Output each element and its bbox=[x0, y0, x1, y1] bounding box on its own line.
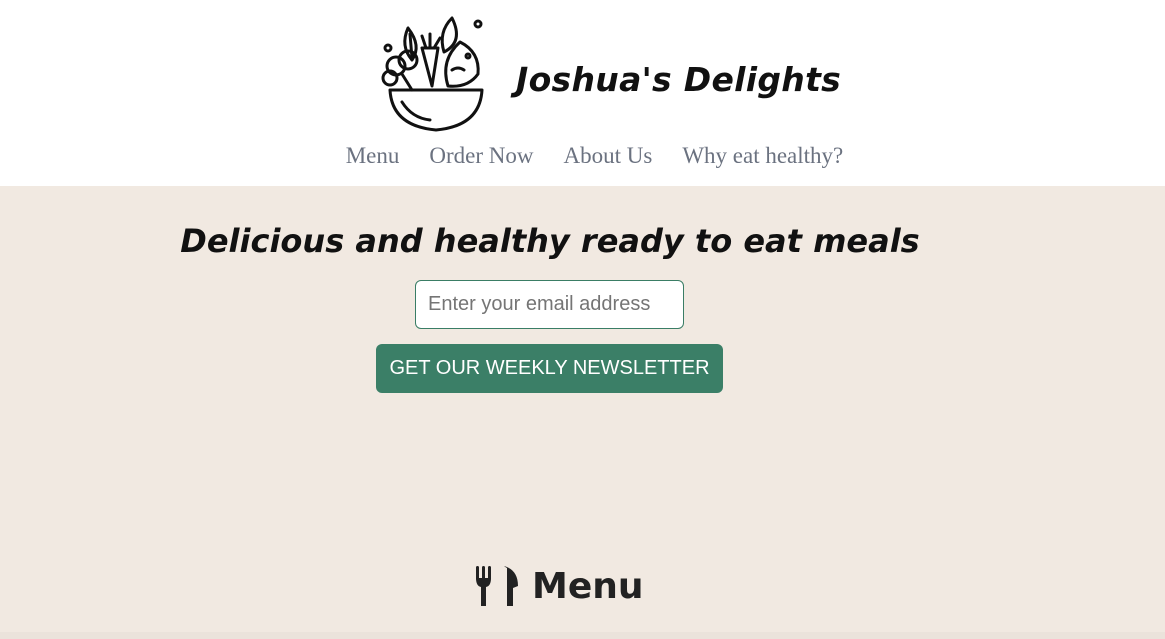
main-nav: Menu Order Now About Us Why eat healthy? bbox=[0, 143, 1165, 169]
hero-title: Delicious and healthy ready to eat meals bbox=[180, 222, 920, 260]
nav-link-why-eat-healthy[interactable]: Why eat healthy? bbox=[682, 143, 843, 169]
section-divider bbox=[0, 632, 1165, 639]
utensils-icon bbox=[476, 566, 518, 606]
nav-link-about-us[interactable]: About Us bbox=[564, 143, 653, 169]
menu-section-heading: Menu bbox=[474, 564, 644, 608]
logo[interactable]: Joshua's Delights bbox=[368, 8, 841, 138]
menu-section-title: Menu bbox=[532, 565, 644, 607]
salad-bowl-icon bbox=[381, 16, 484, 132]
newsletter-button[interactable]: GET OUR WEEKLY NEWSLETTER bbox=[376, 344, 723, 393]
email-input[interactable] bbox=[415, 280, 684, 329]
site-header: Joshua's Delights Menu Order Now About U… bbox=[0, 0, 1165, 186]
hero-section: Delicious and healthy ready to eat meals… bbox=[0, 186, 1165, 639]
brand-name: Joshua's Delights bbox=[516, 60, 842, 99]
nav-link-order-now[interactable]: Order Now bbox=[429, 143, 533, 169]
nav-link-menu[interactable]: Menu bbox=[346, 143, 400, 169]
